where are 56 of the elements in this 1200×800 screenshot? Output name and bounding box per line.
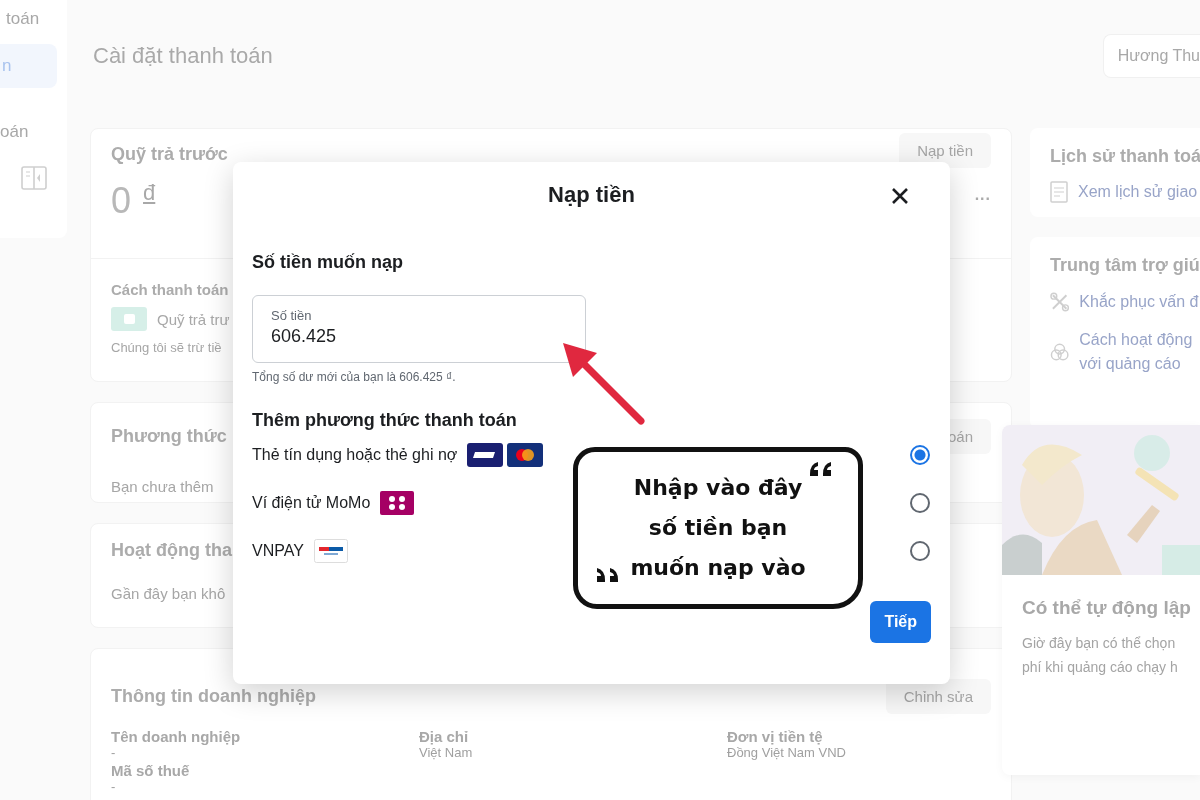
- section-title: Cách thanh toán: [111, 281, 229, 298]
- more-button[interactable]: ...: [974, 186, 991, 204]
- card-text: Bạn chưa thêm: [111, 478, 214, 495]
- promo-text: Giờ đây bạn có thể chọn phí khi quảng cáo chạy h: [1022, 634, 1179, 677]
- field-label: Mã số thuế: [111, 762, 190, 779]
- card-title: Hoạt động tha: [111, 540, 232, 561]
- visa-card-icon: [467, 443, 504, 467]
- sidebar-item[interactable]: n: [0, 44, 57, 88]
- radio-button[interactable]: [910, 445, 930, 465]
- payment-option-label: Thẻ tín dụng hoặc thẻ ghi nợ: [252, 446, 458, 464]
- sidebar-item[interactable]: toán: [0, 6, 67, 32]
- radio-button[interactable]: [910, 541, 930, 561]
- field-label: Đơn vị tiền tệ: [727, 728, 823, 745]
- annotation-text: Nhập vào đây số tiền bạn muốn nạp vào: [630, 474, 806, 582]
- dialog-title: Nạp tiền: [548, 182, 635, 208]
- note-text: Chúng tôi sẽ trừ tiề: [111, 340, 222, 355]
- help-link[interactable]: Khắc phục vấn đ: [1079, 290, 1200, 314]
- sidebar-item[interactable]: oán: [0, 110, 67, 154]
- field-label: Số tiền: [271, 308, 313, 323]
- field-value: -: [111, 780, 116, 794]
- panel-icon: [20, 166, 47, 190]
- card-title: Phương thức: [111, 426, 227, 447]
- account-selector[interactable]: Hương Thu: [1102, 34, 1200, 78]
- momo-icon: [380, 491, 415, 515]
- edit-button[interactable]: Chỉnh sửa: [885, 679, 991, 714]
- card-title: Trung tâm trợ giú: [1050, 255, 1200, 276]
- helper-text: Tổng số dư mới của bạn là 606.425 ₫.: [252, 370, 457, 384]
- currency-symbol: đ: [143, 180, 156, 206]
- page-title: Cài đặt thanh toán: [93, 43, 273, 69]
- payment-method-label: Quỹ trả trư: [157, 310, 230, 328]
- wallet-icon: [111, 307, 147, 331]
- card-text: Gần đây bạn khô: [111, 585, 226, 602]
- field-label: Địa chỉ: [419, 728, 469, 745]
- promo-title: Có thể tự động lập: [1022, 597, 1192, 619]
- payment-option-label: VNPAY: [252, 542, 304, 560]
- vnpay-icon: [313, 539, 348, 563]
- field-label: Tên doanh nghiệp: [111, 728, 241, 745]
- field-value: -: [111, 746, 116, 760]
- section-title: Số tiền muốn nạp: [252, 252, 404, 273]
- help-link[interactable]: Cách hoạt động với quảng cáo: [1079, 328, 1200, 376]
- history-link[interactable]: Xem lịch sử giao: [1078, 183, 1198, 201]
- card-title: Thông tin doanh nghiệp: [111, 686, 316, 707]
- payment-option-label: Ví điện tử MoMo: [252, 494, 371, 512]
- mastercard-icon: [507, 443, 544, 467]
- quote-mark-icon: [594, 566, 620, 584]
- amount-field[interactable]: Số tiền 606.425: [252, 295, 586, 363]
- top-up-button[interactable]: Nạp tiền: [899, 133, 991, 168]
- balance-amount: 0: [111, 180, 132, 222]
- next-button[interactable]: Tiếp: [870, 601, 931, 643]
- card-title: Quỹ trả trước: [111, 144, 228, 165]
- quote-mark-icon: [808, 460, 834, 478]
- radio-button[interactable]: [910, 493, 930, 513]
- document-icon: [1050, 181, 1068, 203]
- amount-input[interactable]: 606.425: [271, 326, 551, 347]
- circles-icon: [1050, 342, 1070, 362]
- section-title: Thêm phương thức thanh toán: [252, 410, 518, 431]
